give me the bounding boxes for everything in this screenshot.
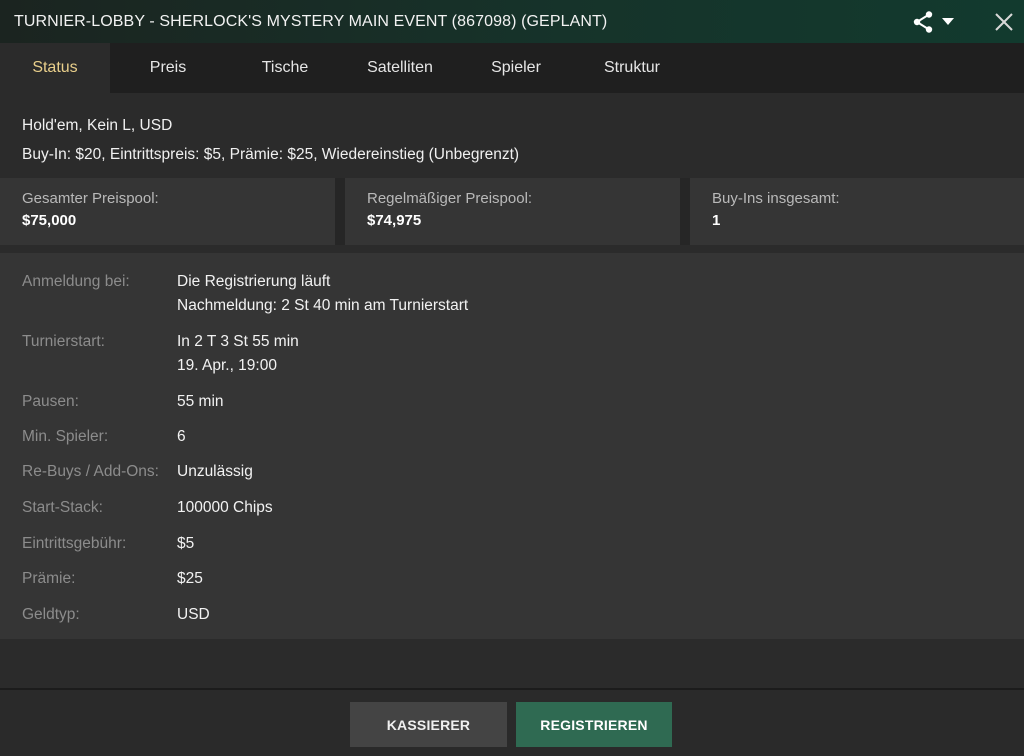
game-type-text: Hold'em, Kein L, USD: [22, 117, 173, 134]
close-icon: [995, 13, 1013, 31]
detail-value: USD: [177, 606, 210, 623]
detail-label: Turnierstart:: [22, 333, 105, 350]
tab-spieler[interactable]: Spieler: [461, 43, 571, 93]
card-label: Regelmäßiger Preispool:: [367, 190, 533, 207]
tab-status[interactable]: Status: [0, 43, 110, 93]
detail-line: 19. Apr., 19:00: [177, 357, 277, 374]
tab-satelliten[interactable]: Satelliten: [345, 43, 455, 93]
card-value: $74,975: [367, 212, 422, 229]
card-total-buyins: Buy-Ins insgesamt: 1: [690, 178, 1024, 245]
detail-value: Unzulässig: [177, 463, 253, 480]
detail-value: $5: [177, 535, 195, 552]
card-label: Gesamter Preispool:: [22, 190, 159, 207]
detail-line: Die Registrierung läuft: [177, 273, 331, 290]
card-value: 1: [712, 212, 721, 229]
window-title: TURNIER-LOBBY - SHERLOCK'S MYSTERY MAIN …: [14, 12, 608, 30]
prize-cards: Gesamter Preispool: $75,000 Regelmäßiger…: [0, 178, 1024, 245]
card-total-prizepool: Gesamter Preispool: $75,000: [0, 178, 335, 245]
tab-tische[interactable]: Tische: [230, 43, 340, 93]
share-menu-button[interactable]: [912, 9, 962, 35]
cashier-button[interactable]: KASSIERER: [350, 702, 507, 747]
detail-label: Anmeldung bei:: [22, 273, 130, 290]
card-regular-prizepool: Regelmäßiger Preispool: $74,975: [345, 178, 680, 245]
detail-value: 100000 Chips: [177, 499, 273, 516]
card-label: Buy-Ins insgesamt:: [712, 190, 840, 207]
tab-preis[interactable]: Preis: [113, 43, 223, 93]
detail-label: Min. Spieler:: [22, 428, 109, 445]
detail-value: $25: [177, 570, 203, 587]
card-value: $75,000: [22, 212, 77, 229]
footer-bar: KASSIERER REGISTRIEREN: [0, 688, 1024, 756]
detail-value: 6: [177, 428, 186, 445]
share-icon: [913, 11, 933, 33]
detail-line: Nachmeldung: 2 St 40 min am Turnierstart: [177, 297, 469, 314]
detail-label: Re-Buys / Add-Ons:: [22, 463, 159, 480]
detail-label: Start-Stack:: [22, 499, 103, 516]
detail-value: In 2 T 3 St 55 min 19. Apr., 19:00: [177, 330, 299, 378]
tournament-details: Anmeldung bei: Die Registrierung läuft N…: [0, 253, 1024, 639]
detail-line: In 2 T 3 St 55 min: [177, 333, 299, 350]
close-button[interactable]: [990, 8, 1018, 36]
tournament-summary: Hold'em, Kein L, USD Buy-In: $20, Eintri…: [22, 111, 519, 169]
register-button[interactable]: REGISTRIEREN: [516, 702, 672, 747]
detail-value: Die Registrierung läuft Nachmeldung: 2 S…: [177, 270, 468, 318]
detail-value: 55 min: [177, 393, 224, 410]
detail-label: Pausen:: [22, 393, 79, 410]
tab-struktur[interactable]: Struktur: [577, 43, 687, 93]
fees-text: Buy-In: $20, Eintrittspreis: $5, Prämie:…: [22, 146, 520, 163]
detail-label: Geldtyp:: [22, 606, 80, 623]
detail-label: Eintrittsgebühr:: [22, 535, 127, 552]
caret-down-icon: [942, 18, 954, 25]
tab-bar: Status Preis Tische Satelliten Spieler S…: [0, 43, 1024, 93]
title-bar: TURNIER-LOBBY - SHERLOCK'S MYSTERY MAIN …: [0, 0, 1024, 43]
detail-label: Prämie:: [22, 570, 76, 587]
